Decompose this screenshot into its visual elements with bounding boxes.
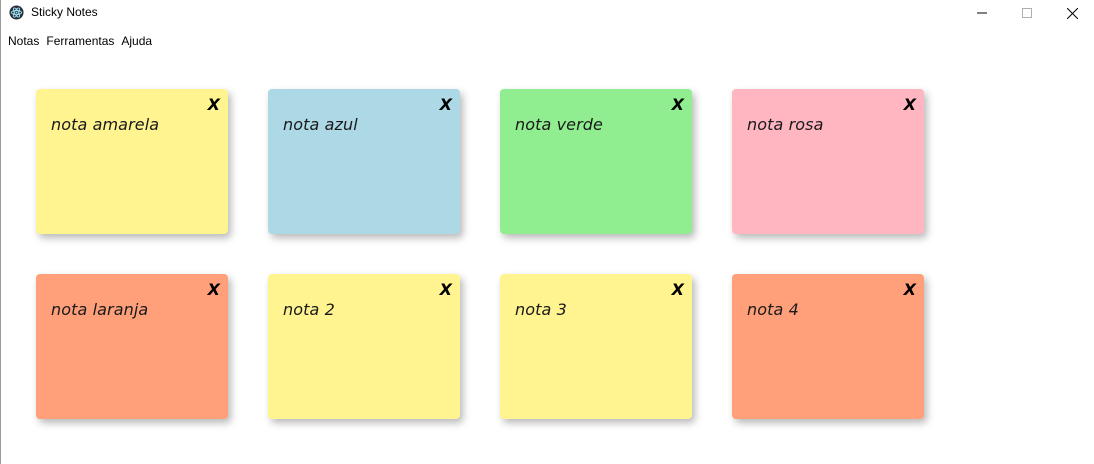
sticky-note[interactable]: nota azul X [268, 89, 460, 234]
close-icon [1066, 7, 1078, 19]
note-close-button[interactable]: X [440, 95, 452, 114]
sticky-note[interactable]: nota 3 X [500, 274, 692, 419]
note-text[interactable]: nota 2 [283, 300, 335, 319]
atom-icon [9, 5, 24, 20]
maximize-button[interactable] [1004, 0, 1050, 26]
note-text[interactable]: nota laranja [51, 300, 148, 319]
note-close-button[interactable]: X [208, 95, 220, 114]
maximize-icon [1022, 8, 1032, 18]
sticky-note[interactable]: nota verde X [500, 89, 692, 234]
menu-ferramentas[interactable]: Ferramentas [45, 30, 120, 52]
title-bar[interactable]: Sticky Notes [1, 0, 1094, 26]
notes-board: nota amarela X nota azul X nota verde X … [36, 89, 936, 429]
sticky-note[interactable]: nota amarela X [36, 89, 228, 234]
note-text[interactable]: nota verde [515, 115, 603, 134]
menu-ajuda[interactable]: Ajuda [120, 30, 158, 52]
menu-bar: Notas Ferramentas Ajuda [1, 30, 158, 52]
sticky-note[interactable]: nota laranja X [36, 274, 228, 419]
note-close-button[interactable]: X [904, 95, 916, 114]
minimize-button[interactable] [959, 0, 1005, 26]
sticky-note[interactable]: nota 2 X [268, 274, 460, 419]
close-window-button[interactable] [1049, 0, 1094, 26]
note-text[interactable]: nota rosa [747, 115, 824, 134]
window-title: Sticky Notes [31, 5, 98, 19]
sticky-note[interactable]: nota 4 X [732, 274, 924, 419]
app-window: Sticky Notes Notas Ferramentas Ajuda not… [0, 0, 1094, 464]
note-text[interactable]: nota amarela [51, 115, 159, 134]
note-close-button[interactable]: X [440, 280, 452, 299]
note-close-button[interactable]: X [208, 280, 220, 299]
note-close-button[interactable]: X [672, 280, 684, 299]
note-text[interactable]: nota 4 [747, 300, 799, 319]
note-text[interactable]: nota azul [283, 115, 358, 134]
sticky-note[interactable]: nota rosa X [732, 89, 924, 234]
note-text[interactable]: nota 3 [515, 300, 567, 319]
note-close-button[interactable]: X [904, 280, 916, 299]
minimize-icon [977, 12, 987, 14]
menu-notas[interactable]: Notas [7, 30, 45, 52]
note-close-button[interactable]: X [672, 95, 684, 114]
